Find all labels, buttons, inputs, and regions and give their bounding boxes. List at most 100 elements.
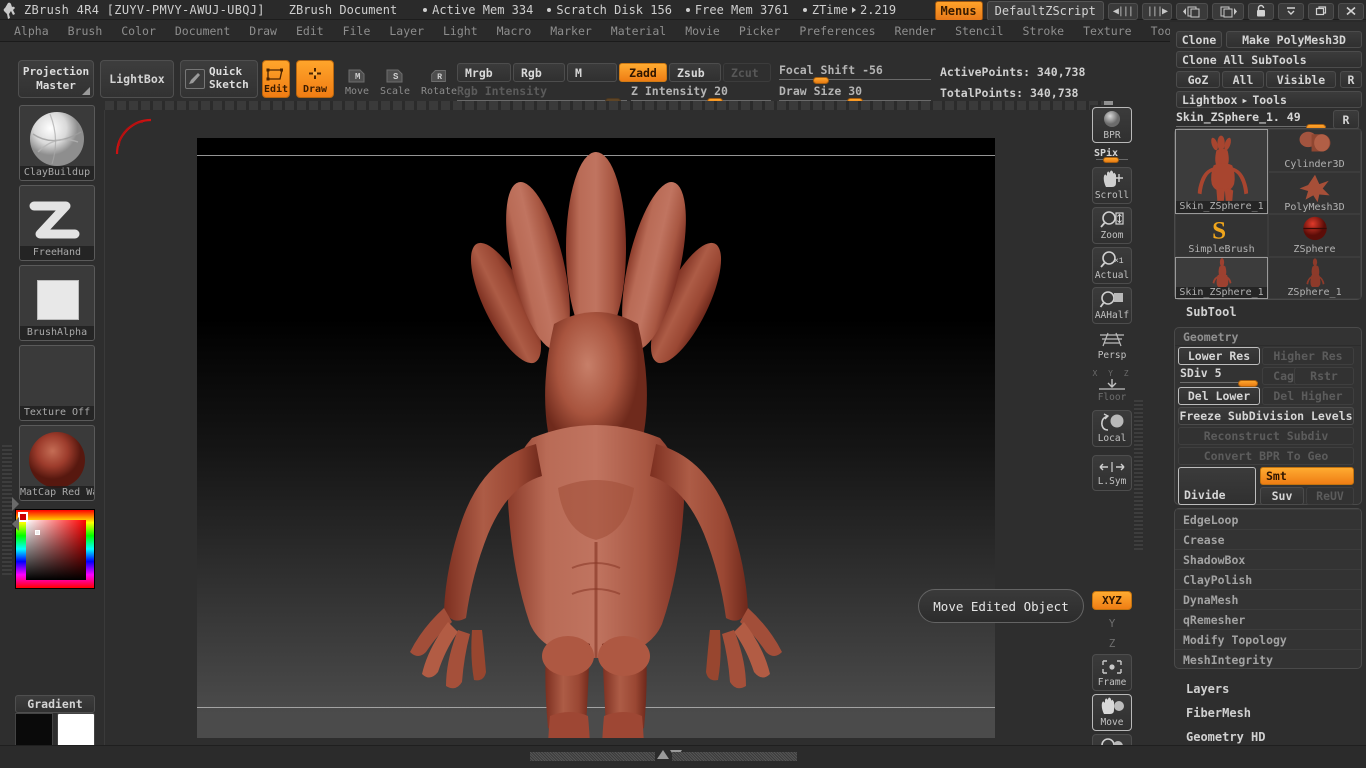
goz-button[interactable]: GoZ — [1176, 71, 1220, 88]
stroke-swatch[interactable]: FreeHand — [19, 185, 95, 261]
make-polymesh3d-button[interactable]: Make PolyMesh3D — [1226, 31, 1362, 48]
tray-right-toggle-button[interactable] — [1212, 2, 1244, 20]
menu-item-render[interactable]: Render — [887, 21, 945, 41]
geometry-row-meshintegrity[interactable]: MeshIntegrity — [1175, 649, 1361, 669]
menu-item-texture[interactable]: Texture — [1075, 21, 1139, 41]
lock-button[interactable] — [1248, 2, 1274, 20]
geometry-row-modify-topology[interactable]: Modify Topology — [1175, 629, 1361, 649]
canvas-hscroll-left[interactable] — [530, 752, 655, 761]
bpr-render-button[interactable]: BPR — [1092, 107, 1132, 143]
zscript-button[interactable]: DefaultZScript — [986, 1, 1104, 21]
tool-item-skin-zsphere-1-large[interactable]: Skin_ZSphere_1 — [1175, 129, 1268, 214]
reconstruct-subdiv-button[interactable]: Reconstruct Subdiv — [1178, 427, 1354, 445]
higher-res-button[interactable]: Higher Res — [1262, 347, 1354, 365]
rotate-y-button[interactable]: Y — [1092, 613, 1132, 633]
spix-slider[interactable]: SPix — [1094, 146, 1130, 163]
scroll-up-icon[interactable] — [657, 750, 669, 759]
tray-left-toggle-button[interactable] — [1176, 2, 1208, 20]
m-button[interactable]: M — [567, 63, 617, 82]
menus-button[interactable]: Menus — [934, 1, 983, 21]
viewport-toolbar-handle[interactable] — [1134, 400, 1143, 550]
tool-item-simplebrush[interactable]: S SimpleBrush — [1175, 214, 1268, 257]
scroll-button[interactable]: Scroll — [1092, 167, 1132, 204]
edit-mode-button[interactable]: Edit — [262, 60, 290, 98]
canvas-area[interactable] — [104, 110, 1086, 745]
current-tool-slider[interactable]: Skin_ZSphere_1. 49 — [1176, 110, 1326, 131]
lightbox-button[interactable]: LightBox — [100, 60, 174, 98]
sdiv-slider[interactable]: SDiv 5 — [1180, 366, 1258, 387]
draw-mode-button[interactable]: Draw — [296, 60, 334, 98]
menu-item-alpha[interactable]: Alpha — [6, 21, 57, 41]
del-lower-button[interactable]: Del Lower — [1178, 387, 1260, 405]
document-canvas[interactable] — [197, 138, 995, 738]
shelf-expand-right-button[interactable]: |||▶ — [1141, 2, 1172, 20]
brush-swatch[interactable]: ClayBuildup — [19, 105, 95, 181]
all-button[interactable]: All — [1222, 71, 1264, 88]
left-tray-resize-handle[interactable] — [2, 445, 12, 575]
menu-item-preferences[interactable]: Preferences — [791, 21, 883, 41]
z-intensity-slider[interactable]: Z Intensity 20 — [631, 84, 771, 105]
geometry-row-shadowbox[interactable]: ShadowBox — [1175, 549, 1361, 569]
panel-section-geometry-hd[interactable]: Geometry HD — [1186, 730, 1265, 744]
geometry-row-claypolish[interactable]: ClayPolish — [1175, 569, 1361, 589]
menu-item-picker[interactable]: Picker — [731, 21, 789, 41]
zoom-button[interactable]: Zoom — [1092, 207, 1132, 244]
menu-item-marker[interactable]: Marker — [542, 21, 600, 41]
canvas-hscroll-right[interactable] — [672, 752, 797, 761]
move-gizmo-button[interactable]: Move — [1092, 694, 1132, 731]
xyz-rotate-button[interactable]: XYZ — [1092, 591, 1132, 610]
material-swatch[interactable]: MatCap Red Wa — [19, 425, 95, 501]
zsub-button[interactable]: Zsub — [669, 63, 721, 82]
zadd-button[interactable]: Zadd — [619, 63, 667, 82]
clone-all-subtools-button[interactable]: Clone All SubTools — [1176, 51, 1362, 68]
menu-item-draw[interactable]: Draw — [241, 21, 285, 41]
lightbox-tools-button[interactable]: Lightbox ▸ Tools — [1176, 91, 1362, 108]
menu-item-movie[interactable]: Movie — [677, 21, 728, 41]
freeze-subdivision-button[interactable]: Freeze SubDivision Levels — [1178, 407, 1354, 425]
geometry-row-dynamesh[interactable]: DynaMesh — [1175, 589, 1361, 609]
menu-item-brush[interactable]: Brush — [60, 21, 111, 41]
saturation-value-square[interactable] — [26, 520, 86, 580]
panel-section-fibermesh[interactable]: FiberMesh — [1186, 706, 1251, 720]
current-tool-r-button[interactable]: R — [1333, 110, 1359, 129]
menu-item-layer[interactable]: Layer — [381, 21, 432, 41]
tray-collapse-left-icon[interactable] — [12, 517, 19, 531]
persp-button[interactable]: Persp — [1092, 329, 1132, 363]
color-picker[interactable] — [15, 509, 95, 589]
rgb-intensity-slider[interactable]: Rgb Intensity — [457, 84, 627, 105]
sculpted-creature-model[interactable] — [386, 138, 806, 738]
quick-sketch-button[interactable]: Quick Sketch — [180, 60, 258, 98]
menu-item-file[interactable]: File — [335, 21, 379, 41]
tool-palette-grid[interactable]: Skin_ZSphere_1 Cylinder3D PolyMesh3D S S… — [1174, 128, 1362, 300]
geometry-row-qremesher[interactable]: qRemesher — [1175, 609, 1361, 629]
menu-item-stroke[interactable]: Stroke — [1015, 21, 1073, 41]
smt-button[interactable]: Smt — [1260, 467, 1354, 485]
geometry-header[interactable]: Geometry — [1175, 328, 1361, 346]
subtool-section-title[interactable]: SubTool — [1186, 305, 1237, 319]
gradient-button[interactable]: Gradient — [15, 695, 95, 713]
visible-button[interactable]: Visible — [1266, 71, 1336, 88]
panel-section-layers[interactable]: Layers — [1186, 682, 1229, 696]
rotate-mode-button[interactable]: R Rotate — [418, 60, 460, 98]
divide-button[interactable]: Divide — [1178, 467, 1256, 505]
lsym-button[interactable]: L.Sym — [1092, 455, 1132, 491]
move-mode-button[interactable]: M Move — [340, 60, 374, 98]
restore-button[interactable] — [1308, 2, 1334, 20]
menu-item-stencil[interactable]: Stencil — [947, 21, 1011, 41]
reuv-button[interactable]: ReUV — [1306, 487, 1354, 505]
tool-item-skin-zsphere-1-small[interactable]: Skin_ZSphere_1 — [1175, 256, 1268, 299]
menu-item-edit[interactable]: Edit — [288, 21, 332, 41]
suv-button[interactable]: Suv — [1260, 487, 1304, 505]
projection-master-button[interactable]: Projection Master — [18, 60, 94, 98]
zcut-button[interactable]: Zcut — [723, 63, 771, 82]
rgb-button[interactable]: Rgb — [513, 63, 565, 82]
close-button[interactable] — [1338, 2, 1364, 20]
focal-shift-slider[interactable]: Focal Shift -56 — [779, 63, 931, 84]
clone-button[interactable]: Clone — [1176, 31, 1222, 48]
visible-r-button[interactable]: R — [1340, 71, 1362, 88]
tool-item-polymesh3d[interactable]: PolyMesh3D — [1268, 171, 1361, 214]
menu-item-color[interactable]: Color — [113, 21, 164, 41]
menu-item-macro[interactable]: Macro — [489, 21, 540, 41]
scale-mode-button[interactable]: S Scale — [378, 60, 412, 98]
convert-bpr-to-geo-button[interactable]: Convert BPR To Geo — [1178, 447, 1354, 465]
